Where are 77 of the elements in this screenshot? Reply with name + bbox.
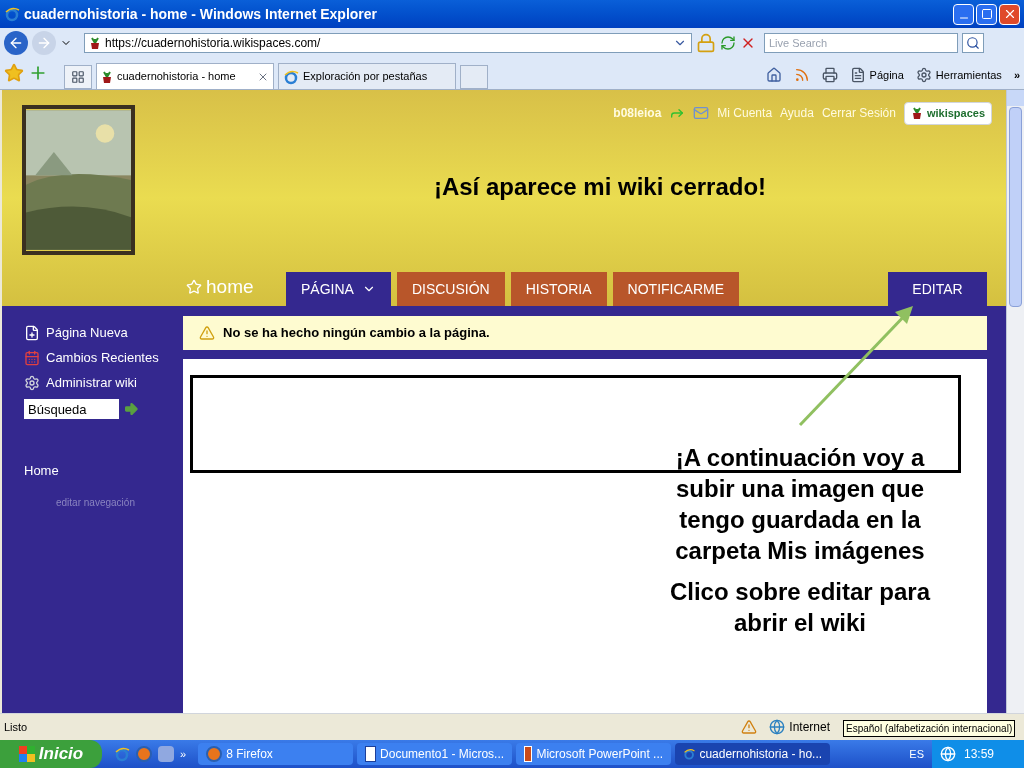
sidebar-link[interactable]: Página Nueva — [24, 320, 183, 345]
maximize-button[interactable] — [976, 3, 997, 25]
close-button[interactable] — [999, 3, 1020, 25]
start-button[interactable]: Inicio — [0, 740, 102, 768]
globe-icon — [769, 719, 786, 735]
more-chevron[interactable]: » — [1013, 66, 1020, 83]
star-icon — [186, 279, 202, 295]
search-button[interactable] — [962, 33, 984, 53]
page-menu[interactable]: Página — [849, 66, 904, 83]
plant-pot-icon — [89, 36, 101, 50]
browser-icon — [683, 746, 696, 762]
notice-text: No se ha hecho ningún cambio a la página. — [223, 324, 490, 343]
sidebar-link[interactable]: Administrar wiki — [24, 370, 183, 395]
language-indicator[interactable]: ES — [909, 745, 924, 763]
network-icon[interactable] — [940, 746, 956, 762]
page-tab[interactable]: HISTORIA — [510, 272, 607, 306]
wikispaces-logo[interactable]: wikispaces — [903, 102, 992, 125]
browser-icon — [114, 746, 130, 762]
app-icon[interactable] — [158, 746, 174, 762]
lock-icon[interactable] — [696, 33, 716, 53]
url-text: https://cuadernohistoria.wikispaces.com/ — [105, 35, 321, 52]
plant-pot-icon — [101, 69, 113, 84]
annotation-text: ¡A continuación voy a subir una imagen que tengo guardada en la carpeta Mis imágenes — [674, 443, 926, 566]
scrollbar[interactable] — [1006, 90, 1024, 713]
home-icon[interactable] — [765, 66, 782, 83]
warning-icon — [199, 325, 215, 341]
edit-navigation-link[interactable]: editar navegación — [56, 494, 183, 510]
quick-tabs-button[interactable] — [64, 65, 92, 89]
back-button[interactable] — [4, 31, 28, 55]
taskbar-button[interactable]: Microsoft PowerPoint ... — [516, 743, 672, 765]
new-page-icon — [24, 324, 40, 341]
tooltip: Español (alfabetización internacional) — [843, 720, 1016, 737]
tools-menu[interactable]: Herramientas — [915, 66, 1002, 83]
window-title: cuadernohistoria - home - Windows Internet Explorer — [24, 4, 378, 24]
browser-tab[interactable]: Exploración por pestañas — [278, 63, 456, 89]
more-chevron[interactable]: » — [180, 745, 187, 763]
gear-icon — [915, 66, 932, 83]
document-icon — [365, 746, 377, 762]
page-icon — [849, 66, 866, 83]
wiki-title: ¡Así aparece mi wiki cerrado! — [433, 172, 767, 203]
gear-icon — [24, 374, 40, 391]
firefox-icon[interactable] — [136, 746, 152, 762]
address-field[interactable]: https://cuadernohistoria.wikispaces.com/ — [84, 33, 692, 53]
protected-mode-icon — [741, 719, 758, 735]
page-name: home — [186, 272, 280, 306]
zone-text: Internet — [789, 719, 830, 736]
mail-icon[interactable] — [693, 105, 710, 122]
annotation-text: Clico sobre editar para abrir el wiki — [668, 577, 932, 638]
plant-pot-icon — [910, 106, 923, 121]
grid-icon — [71, 70, 85, 84]
clock: 13:59 — [964, 746, 995, 763]
refresh-icon[interactable] — [720, 35, 736, 51]
sidebar-link[interactable]: Cambios Recientes — [24, 345, 183, 370]
go-arrow-icon[interactable] — [123, 401, 139, 417]
maximize-icon — [980, 8, 993, 20]
calendar-icon — [24, 349, 40, 366]
taskbar-button[interactable]: Documento1 - Micros... — [357, 743, 513, 765]
nav-link[interactable]: Home — [24, 461, 183, 481]
browser-icon — [283, 68, 299, 85]
forward-arrow-icon — [36, 35, 52, 51]
edit-tab[interactable]: EDITAR — [888, 272, 987, 306]
minimize-button[interactable] — [953, 3, 974, 25]
browser-tab[interactable]: cuadernohistoria - home — [96, 63, 274, 89]
status-text: Listo — [4, 719, 28, 735]
page-tab[interactable]: PÁGINA — [286, 272, 391, 306]
print-icon[interactable] — [821, 66, 838, 83]
search-field[interactable]: Búsqueda — [24, 399, 119, 419]
firefox-icon — [206, 746, 223, 762]
feed-icon[interactable] — [793, 66, 810, 83]
presentation-icon — [524, 746, 533, 762]
search-icon — [966, 36, 980, 50]
browser-icon — [4, 6, 20, 22]
page-tab[interactable]: DISCUSIÓN — [396, 272, 505, 306]
page-tab[interactable]: NOTIFICARME — [612, 272, 740, 306]
taskbar-button[interactable]: cuadernohistoria - ho... — [675, 743, 831, 765]
search-field[interactable]: Live Search — [764, 33, 958, 53]
taskbar-button[interactable]: 8 Firefox — [198, 743, 354, 765]
